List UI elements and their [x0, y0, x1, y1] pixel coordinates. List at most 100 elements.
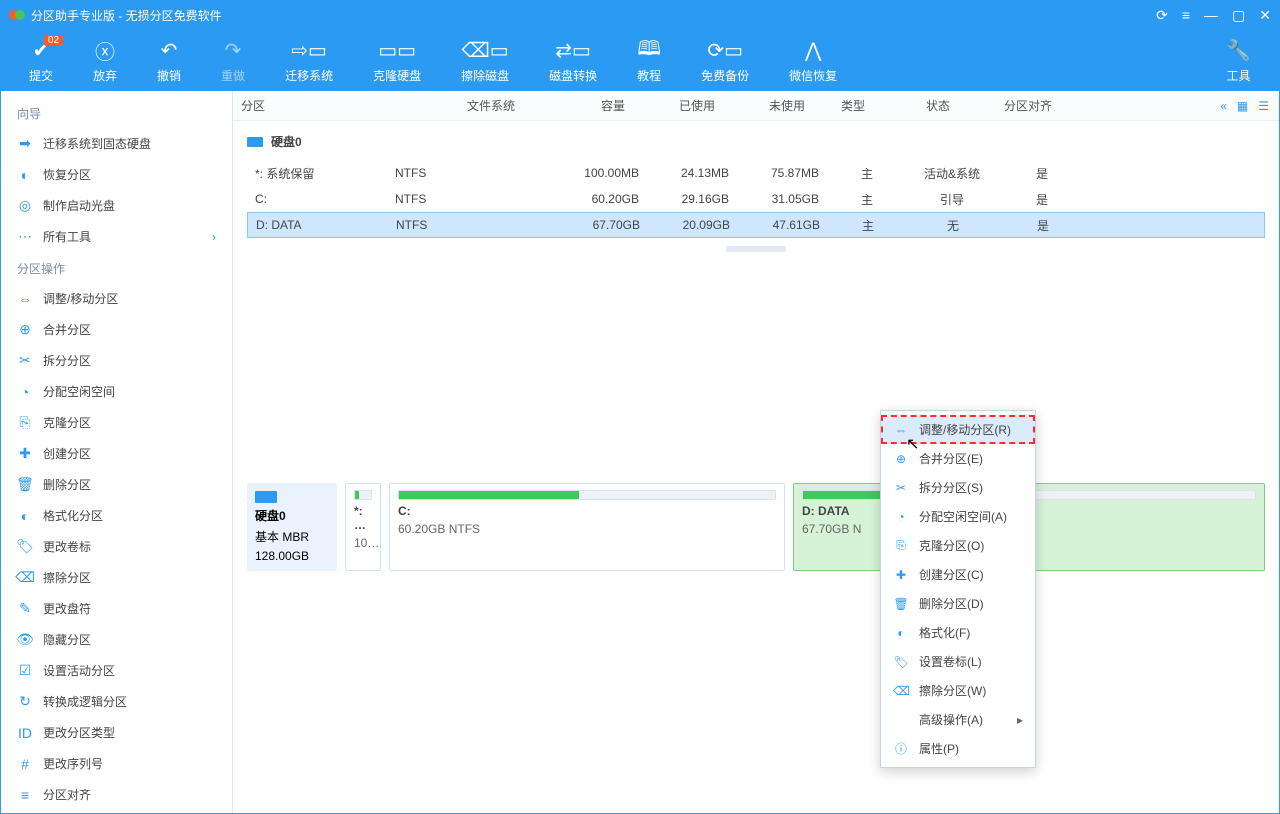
cell-partition: D: DATA	[248, 218, 388, 232]
disk-map-info[interactable]: 硬盘0 基本 MBR 128.00GB	[247, 483, 337, 571]
disk-name: 硬盘0	[271, 133, 302, 150]
cell-type: 主	[828, 217, 908, 234]
sidebar-item-label: 隐藏分区	[43, 631, 91, 648]
sidebar-op-item[interactable]: ✚创建分区	[1, 438, 232, 469]
col-partition[interactable]: 分区	[233, 97, 373, 114]
sidebar-op-item[interactable]: ID更改分区类型	[1, 717, 232, 748]
context-item-label: 属性(P)	[919, 740, 959, 757]
sidebar-item-icon: 👁	[17, 632, 33, 648]
view-list-icon[interactable]: ☰	[1258, 99, 1269, 113]
context-menu-item[interactable]: ⊕ 合并分区(E)	[881, 444, 1035, 473]
context-item-label: 合并分区(E)	[919, 450, 983, 467]
menu-icon[interactable]: ≡	[1182, 8, 1190, 22]
submit-button[interactable]: 02 ✔ 提交	[9, 29, 73, 91]
sidebar-op-item[interactable]: ✂拆分分区	[1, 345, 232, 376]
cell-used: 20.09GB	[648, 218, 738, 232]
context-menu-item[interactable]: ◐格式化(F)	[881, 618, 1035, 647]
context-menu-item[interactable]: 🏷设置卷标(L)	[881, 647, 1035, 676]
titlebar[interactable]: 分区助手专业版 - 无损分区免费软件 ⟳ ≡ — ▢ ✕	[1, 1, 1279, 29]
backup-button[interactable]: ⟳▭免费备份	[681, 29, 769, 91]
diskmap-partition[interactable]: *: … 10…	[345, 483, 381, 571]
convert-button[interactable]: ⇄▭磁盘转换	[529, 29, 617, 91]
wipe-button[interactable]: ⌫▭擦除磁盘	[441, 29, 529, 91]
collapse-columns-icon[interactable]: «	[1220, 99, 1227, 113]
context-menu-item[interactable]: ✚创建分区(C)	[881, 560, 1035, 589]
sidebar-op-item[interactable]: 🏷更改卷标	[1, 531, 232, 562]
col-used[interactable]: 已使用	[633, 97, 723, 114]
sidebar-item-label: 创建分区	[43, 445, 91, 462]
clone-button[interactable]: ▭▭克隆硬盘	[353, 29, 441, 91]
context-menu-item[interactable]: ◔分配空闲空间(A)	[881, 502, 1035, 531]
cell-partition: C:	[247, 192, 387, 206]
context-menu-item[interactable]: ✂拆分分区(S)	[881, 473, 1035, 502]
sidebar-op-item[interactable]: ⇔ 调整/移动分区	[1, 283, 232, 314]
sidebar-item-label: 迁移系统到固态硬盘	[43, 135, 151, 152]
sidebar-op-item[interactable]: ↻转换成逻辑分区	[1, 686, 232, 717]
context-menu-item[interactable]: 高级操作(A)▸	[881, 705, 1035, 734]
sidebar-op-item[interactable]: 🗑删除分区	[1, 469, 232, 500]
sidebar-item-icon: ⎘	[17, 415, 33, 431]
view-grid-icon[interactable]: ▦	[1237, 99, 1248, 113]
col-capacity[interactable]: 容量	[523, 97, 633, 114]
wipe-icon: ⌫▭	[462, 37, 509, 65]
refresh-icon[interactable]: ⟳	[1156, 8, 1168, 22]
context-menu-item[interactable]: ⎘克隆分区(O)	[881, 531, 1035, 560]
context-menu-item[interactable]: ⓘ属性(P)	[881, 734, 1035, 763]
clone-icon: ▭▭	[378, 37, 416, 65]
col-align[interactable]: 分区对齐	[983, 97, 1073, 114]
sidebar-item-icon: ⇔	[17, 291, 33, 307]
maximize-icon[interactable]: ▢	[1232, 8, 1245, 22]
cell-align: 是	[998, 217, 1088, 234]
cell-partition: *: 系统保留	[247, 165, 387, 182]
context-menu-item[interactable]: 🗑删除分区(D)	[881, 589, 1035, 618]
sidebar-op-item[interactable]: ☑ 设置活动分区	[1, 655, 232, 686]
tools-button[interactable]: 🔧工具	[1206, 29, 1271, 91]
col-status[interactable]: 状态	[893, 97, 983, 114]
partition-row[interactable]: C: NTFS 60.20GB 29.16GB 31.05GB 主 引导 是	[247, 186, 1265, 212]
sidebar-op-item[interactable]: ⌫擦除分区	[1, 562, 232, 593]
discard-button[interactable]: ⓧ放弃	[73, 29, 137, 91]
sidebar-wizard-item[interactable]: ➡迁移系统到固态硬盘	[1, 128, 232, 159]
tutorial-button[interactable]: 🕮教程	[617, 29, 681, 91]
wechat-button[interactable]: ⋀微信恢复	[769, 29, 857, 91]
sidebar-item-label: 设置活动分区	[43, 662, 115, 679]
sidebar-head-wizard: 向导	[1, 97, 232, 128]
context-item-icon: ✚	[893, 568, 909, 582]
sidebar-item-label: 调整/移动分区	[43, 290, 118, 307]
partition-row[interactable]: D: DATA NTFS 67.70GB 20.09GB 47.61GB 主 无…	[247, 212, 1265, 238]
col-free[interactable]: 未使用	[723, 97, 813, 114]
minimize-icon[interactable]: —	[1204, 8, 1218, 22]
sidebar-op-item[interactable]: ◐格式化分区	[1, 500, 232, 531]
sidebar-item-icon: ☑	[17, 663, 33, 679]
splitter-handle[interactable]	[726, 246, 786, 252]
migrate-button[interactable]: ⇨▭迁移系统	[265, 29, 353, 91]
context-menu-item[interactable]: ⇔调整/移动分区(R)	[881, 415, 1035, 444]
sidebar-op-item[interactable]: 👁 隐藏分区	[1, 624, 232, 655]
undo-button[interactable]: ↶撤销	[137, 29, 201, 91]
close-icon[interactable]: ✕	[1259, 8, 1271, 22]
sidebar-op-item[interactable]: ≡分区对齐	[1, 779, 232, 810]
partition-row[interactable]: *: 系统保留 NTFS 100.00MB 24.13MB 75.87MB 主 …	[247, 160, 1265, 186]
disk-header[interactable]: 硬盘0	[247, 133, 1265, 150]
sidebar-op-item[interactable]: ◔分配空闲空间	[1, 376, 232, 407]
diskmap-partition[interactable]: C: 60.20GB NTFS	[389, 483, 785, 571]
sidebar-op-item[interactable]: #更改序列号	[1, 748, 232, 779]
diskmap-part-label: *: …	[354, 504, 372, 532]
context-menu-item[interactable]: ⌫擦除分区(W)	[881, 676, 1035, 705]
discard-icon: ⓧ	[95, 37, 115, 65]
col-type[interactable]: 类型	[813, 97, 893, 114]
sidebar-item-label: 恢复分区	[43, 166, 91, 183]
sidebar-item-label: 擦除分区	[43, 569, 91, 586]
sidebar-op-item[interactable]: ⊕合并分区	[1, 314, 232, 345]
sidebar-wizard-item[interactable]: ◎制作启动光盘	[1, 190, 232, 221]
col-filesystem[interactable]: 文件系统	[373, 97, 523, 114]
window-title: 分区助手专业版 - 无损分区免费软件	[31, 7, 1156, 24]
sidebar-op-item[interactable]: ⎘克隆分区	[1, 407, 232, 438]
context-item-icon: ⇔	[893, 423, 909, 437]
grid-header: 分区 文件系统 容量 已使用 未使用 类型 状态 分区对齐 « ▦ ☰	[233, 91, 1279, 121]
sidebar-wizard-item[interactable]: ◐恢复分区	[1, 159, 232, 190]
sidebar-op-item[interactable]: ✎更改盘符	[1, 593, 232, 624]
context-item-icon: ⊕	[893, 452, 909, 466]
app-logo-icon	[9, 7, 25, 23]
sidebar-wizard-item[interactable]: ⋯所有工具›	[1, 221, 232, 252]
